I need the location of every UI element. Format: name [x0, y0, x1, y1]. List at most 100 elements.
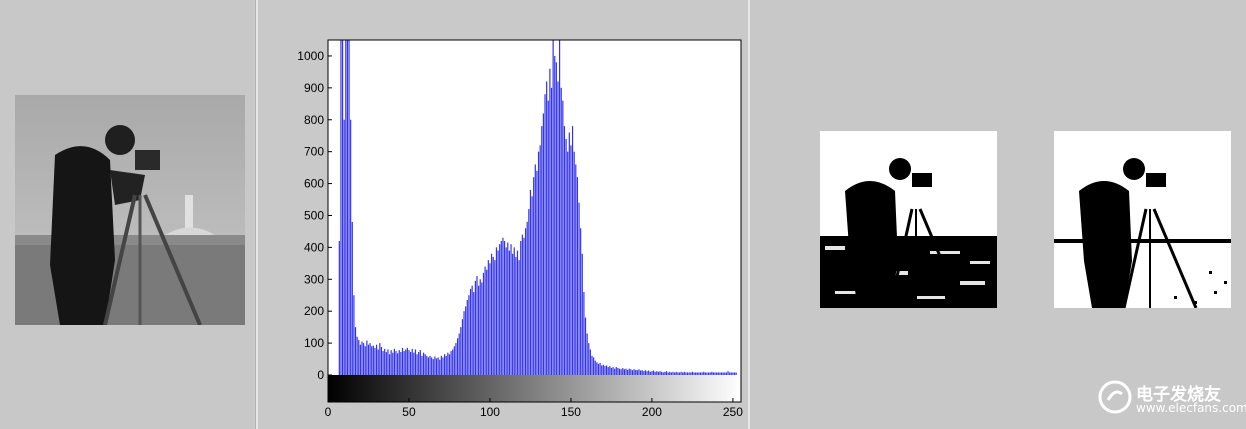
- histogram-bar: [408, 350, 410, 375]
- histogram-bar: [565, 138, 567, 375]
- histogram-bar: [733, 372, 736, 375]
- histogram-bar: [516, 250, 519, 375]
- histogram-bar: [484, 266, 486, 375]
- histogram-bar: [547, 100, 549, 376]
- elecfans-logo-icon: [1098, 380, 1132, 414]
- histogram-bar: [508, 250, 510, 375]
- histogram-bar: [460, 327, 462, 375]
- histogram-bar: [490, 253, 493, 375]
- watermark-url: www.elecfans.com: [1136, 401, 1246, 415]
- histogram-bar: [478, 285, 480, 375]
- histogram-bar: [463, 311, 465, 375]
- histogram-bar: [366, 340, 368, 375]
- watermark: 电子发烧友 www.elecfans.com: [1098, 380, 1246, 420]
- histogram-bar: [652, 370, 655, 375]
- histogram-bar: [662, 372, 664, 375]
- histogram-bar: [397, 353, 399, 375]
- histogram-bar: [578, 202, 580, 375]
- histogram-bar: [361, 341, 363, 375]
- histogram-bar: [358, 339, 360, 375]
- histogram-bar: [615, 367, 617, 375]
- histogram-bar: [367, 344, 370, 375]
- histogram-bar: [708, 372, 710, 375]
- histogram-bar: [609, 366, 611, 375]
- histogram-bar: [520, 241, 522, 375]
- histogram-bar: [534, 164, 536, 375]
- histogram-bar: [345, 40, 347, 375]
- histogram-bar: [589, 349, 591, 375]
- histogram-bar: [568, 132, 570, 375]
- histogram-bar: [528, 209, 530, 375]
- histogram-bar: [353, 295, 355, 375]
- histogram-bar: [550, 87, 553, 376]
- histogram-bar: [695, 372, 697, 375]
- histogram-bar: [489, 263, 491, 375]
- histogram-bar: [727, 371, 729, 375]
- histogram-bar: [382, 351, 384, 375]
- histogram-bar: [379, 343, 381, 375]
- histogram-bar: [594, 360, 596, 375]
- histogram-bar: [363, 343, 365, 375]
- histogram-bar: [505, 247, 507, 375]
- histogram-bar: [393, 348, 395, 375]
- histogram-bar: [586, 333, 588, 375]
- histogram-bar: [580, 228, 582, 375]
- histogram-bar: [384, 348, 386, 375]
- histogram-bar: [474, 280, 476, 375]
- histogram-bar: [699, 372, 702, 375]
- histogram-bar: [452, 349, 454, 375]
- histogram-bar: [456, 338, 459, 375]
- histogram-bar: [659, 371, 661, 375]
- histogram-bar: [554, 55, 556, 375]
- y-tick-label: 800: [304, 113, 324, 127]
- histogram-bar: [539, 145, 541, 375]
- histogram-bar: [605, 365, 608, 375]
- histogram-bar: [664, 371, 666, 375]
- histogram-bar: [599, 362, 601, 375]
- histogram-bar: [343, 119, 345, 375]
- histogram-bar: [602, 364, 604, 375]
- histogram-bar: [656, 371, 658, 375]
- histogram-bar: [552, 40, 554, 375]
- histogram-bar: [494, 260, 496, 375]
- histogram-bar: [693, 372, 695, 375]
- histogram-bar: [495, 247, 498, 375]
- histogram-bar: [398, 350, 400, 375]
- histogram-bar: [667, 372, 669, 375]
- histogram-bar: [623, 369, 625, 375]
- x-tick-label: 250: [723, 405, 743, 419]
- y-tick-label: 700: [304, 145, 324, 159]
- histogram-bar: [717, 372, 719, 375]
- histogram-bar: [374, 347, 376, 375]
- binary-image-2: [1054, 131, 1231, 308]
- histogram-bar: [440, 355, 442, 375]
- histogram-bar: [414, 349, 417, 375]
- histogram-bar: [427, 357, 430, 375]
- histogram-bar: [675, 371, 677, 375]
- histogram-bar: [576, 177, 579, 375]
- histogram-bar: [635, 369, 637, 375]
- histogram-bar: [523, 237, 525, 375]
- histogram-bar: [555, 62, 557, 375]
- binary-image-1: [820, 131, 997, 308]
- histogram-bar: [437, 357, 439, 375]
- histogram-bar: [359, 344, 361, 375]
- histogram-bar: [627, 369, 629, 375]
- histogram-bar: [455, 343, 457, 375]
- x-tick-label: 50: [402, 405, 416, 419]
- histogram-bar: [499, 244, 501, 375]
- histogram-bar: [549, 68, 551, 376]
- histogram-bar: [722, 372, 724, 375]
- y-tick-label: 500: [304, 208, 324, 222]
- histogram-bar: [622, 367, 624, 375]
- histogram-bar: [732, 372, 734, 375]
- histogram-bar: [546, 81, 548, 375]
- histogram-bar: [482, 272, 485, 375]
- histogram-bar: [388, 354, 391, 375]
- histogram-bar: [448, 354, 451, 375]
- histogram-bar: [422, 352, 425, 375]
- histogram-bar: [591, 355, 593, 375]
- histogram-bar: [646, 371, 648, 375]
- histogram-bar: [716, 372, 718, 375]
- histogram-bar: [471, 285, 473, 375]
